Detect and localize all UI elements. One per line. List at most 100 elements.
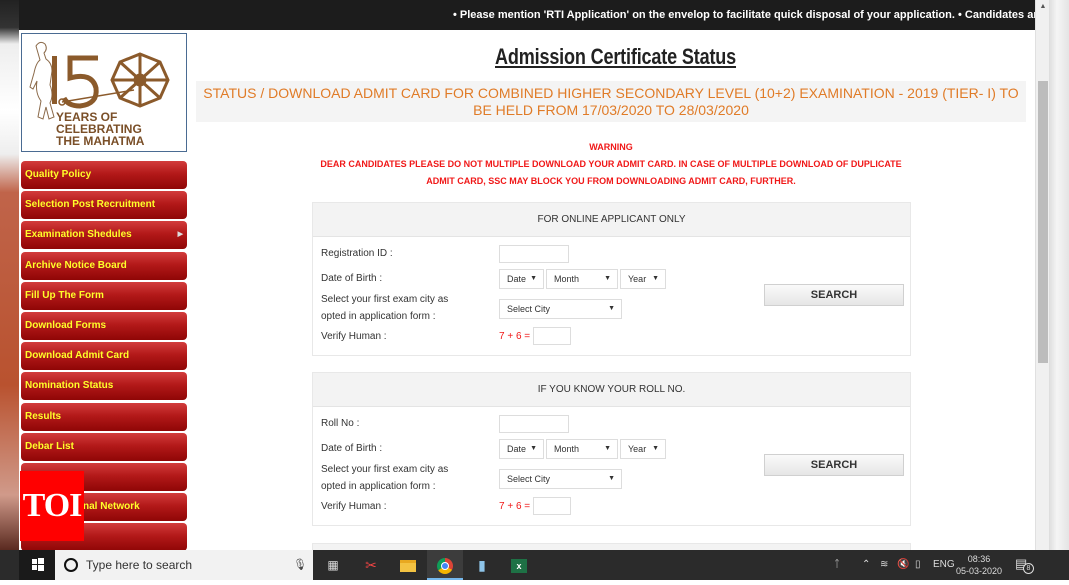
- select-value: Select City: [507, 304, 551, 314]
- dob-year-select[interactable]: Year ▼: [620, 269, 666, 289]
- background-edge-right: [1049, 0, 1069, 550]
- dropdown-arrow-icon: ▼: [652, 445, 659, 452]
- dropdown-arrow-icon: ▼: [604, 275, 611, 282]
- form-heading: FOR ONLINE APPLICANT ONLY: [313, 203, 910, 237]
- exam-city-select[interactable]: Select City ▼: [499, 299, 622, 319]
- search-button[interactable]: SEARCH: [764, 284, 904, 306]
- notes-app-icon[interactable]: ▮: [464, 550, 500, 580]
- sidebar-item-debar-list[interactable]: Debar List: [21, 432, 187, 461]
- sidebar-item-label: Quality Policy: [25, 169, 92, 180]
- sidebar-item-label: Download Forms: [25, 319, 107, 331]
- volume-muted-icon[interactable]: 🔇: [897, 550, 909, 580]
- dob-year-select[interactable]: Year ▼: [620, 439, 666, 459]
- verify-human-label: Verify Human :: [321, 331, 387, 342]
- microphone-icon[interactable]: 🎙: [293, 558, 307, 571]
- sidebar-item-fill-up-the-form[interactable]: Fill Up The Form: [21, 281, 187, 310]
- select-value: Select City: [507, 474, 551, 484]
- sidebar-item-download-admit-card[interactable]: Download Admit Card: [21, 342, 187, 371]
- exam-city-label-line1: Select your first exam city as: [321, 294, 449, 305]
- captcha-answer-input[interactable]: [533, 327, 571, 345]
- system-clock[interactable]: 08:36 05-03-2020: [956, 553, 1002, 577]
- cortana-icon: [64, 558, 78, 572]
- people-icon[interactable]: ᛏ: [834, 550, 840, 580]
- dob-label: Date of Birth :: [321, 273, 383, 284]
- dob-date-select[interactable]: Date ▼: [499, 269, 544, 289]
- clock-time: 08:36: [967, 554, 991, 564]
- background-edge: [0, 0, 19, 550]
- notification-count-badge: 8: [1023, 563, 1034, 574]
- chrome-icon[interactable]: [427, 550, 463, 580]
- snipping-tool-icon[interactable]: ✂: [353, 550, 389, 580]
- form-heading: IF YOU KNOW YOUR ROLL NO.: [313, 373, 910, 407]
- dob-month-select[interactable]: Month ▼: [546, 269, 618, 289]
- logo-line3: THE MAHATMA: [56, 134, 145, 148]
- verify-human-label: Verify Human :: [321, 501, 387, 512]
- language-indicator[interactable]: ENG: [933, 550, 955, 580]
- dob-date-select[interactable]: Date ▼: [499, 439, 544, 459]
- logo-digit-1: [52, 56, 57, 104]
- sidebar-item-label: Fill Up The Form: [25, 289, 104, 301]
- gandhi-150-logo[interactable]: YEARS OF CELEBRATING THE MAHATMA: [21, 33, 187, 152]
- sidebar-item-examination-shedules[interactable]: Examination Shedules ▶: [21, 221, 187, 250]
- windows-logo-icon: [32, 558, 44, 571]
- warning-notice: WARNING DEAR CANDIDATES PLEASE DO NOT MU…: [196, 139, 1026, 190]
- sidebar-item-selection-post-recruitment[interactable]: Selection Post Recruitment: [21, 191, 187, 220]
- sidebar-item-label: Debar List: [25, 440, 74, 452]
- warning-line-2: ADMIT CARD, SSC MAY BLOCK YOU FROM DOWNL…: [426, 176, 796, 186]
- status-banner: STATUS / DOWNLOAD ADMIT CARD FOR COMBINE…: [196, 81, 1026, 122]
- clock-date: 05-03-2020: [956, 566, 1003, 576]
- sidebar-item-results[interactable]: Results: [21, 402, 187, 431]
- battery-icon[interactable]: ▯: [915, 550, 921, 580]
- warning-title: WARNING: [589, 142, 633, 152]
- search-button[interactable]: SEARCH: [764, 454, 904, 476]
- registration-id-label: Registration ID :: [321, 248, 393, 259]
- page-scrollbar[interactable]: ▲: [1035, 0, 1049, 550]
- dropdown-arrow-icon: ▼: [608, 305, 615, 312]
- sidebar-item-nomination-status[interactable]: Nomination Status: [21, 372, 187, 401]
- exam-city-label-line1: Select your first exam city as: [321, 464, 449, 475]
- logo-charkha-wheel: [110, 52, 170, 108]
- windows-taskbar: Type here to search 🎙 ▦ ✂ ▮ x ᛏ ⌃ ≋ 🔇 ▯ …: [0, 550, 1069, 580]
- sidebar-item-download-forms[interactable]: Download Forms: [21, 311, 187, 340]
- roll-no-input[interactable]: [499, 415, 569, 433]
- select-value: Month: [554, 274, 580, 284]
- sidebar-item-quality-policy[interactable]: Quality Policy: [21, 161, 187, 189]
- sidebar-item-archive-notice-board[interactable]: Archive Notice Board: [21, 251, 187, 280]
- excel-icon[interactable]: x: [501, 550, 537, 580]
- dropdown-arrow-icon: ▼: [608, 475, 615, 482]
- sidebar-item-label: Examination Shedules: [25, 229, 132, 241]
- captcha-question: 7 + 6 =: [499, 501, 531, 512]
- news-ticker: • Please mention 'RTI Application' on th…: [19, 0, 1035, 30]
- sidebar-item-label: Selection Post Recruitment: [25, 199, 156, 211]
- task-view-icon[interactable]: ▦: [315, 550, 351, 580]
- sidebar-item-label: Nomination Status: [25, 380, 114, 392]
- wifi-icon[interactable]: ≋: [880, 550, 888, 580]
- select-value: Date: [507, 444, 527, 454]
- select-value: Date: [507, 274, 527, 284]
- ticker-text: • Please mention 'RTI Application' on th…: [453, 9, 1035, 21]
- start-button[interactable]: [19, 550, 55, 580]
- captcha-answer-input[interactable]: [533, 497, 571, 515]
- exam-city-label-line2: opted in application form :: [321, 311, 436, 322]
- select-value: Year: [628, 444, 647, 454]
- taskbar-search-box[interactable]: Type here to search 🎙: [55, 550, 313, 580]
- dob-label: Date of Birth :: [321, 443, 383, 454]
- dropdown-arrow-icon: ▼: [530, 275, 537, 282]
- show-hidden-icons-chevron[interactable]: ⌃: [862, 550, 870, 580]
- scroll-up-arrow-icon[interactable]: ▲: [1036, 0, 1050, 14]
- file-explorer-icon[interactable]: [390, 550, 426, 580]
- submenu-arrow-icon: ▶: [177, 231, 183, 239]
- select-value: Month: [554, 444, 580, 454]
- sidebar-item-label: Download Admit Card: [25, 350, 130, 362]
- registration-id-input[interactable]: [499, 245, 569, 263]
- sidebar-item-label: Results: [25, 410, 62, 422]
- action-center-icon[interactable]: ▤ 8: [1015, 556, 1034, 574]
- dob-month-select[interactable]: Month ▼: [546, 439, 618, 459]
- toi-watermark-logo: TOI: [20, 471, 84, 541]
- logo-graphic: YEARS OF CELEBRATING THE MAHATMA: [29, 41, 170, 148]
- online-applicant-form: FOR ONLINE APPLICANT ONLY Registration I…: [312, 202, 911, 356]
- exam-city-select[interactable]: Select City ▼: [499, 469, 622, 489]
- dropdown-arrow-icon: ▼: [652, 275, 659, 282]
- scrollbar-thumb[interactable]: [1038, 81, 1048, 363]
- browser-viewport: • Please mention 'RTI Application' on th…: [19, 0, 1035, 550]
